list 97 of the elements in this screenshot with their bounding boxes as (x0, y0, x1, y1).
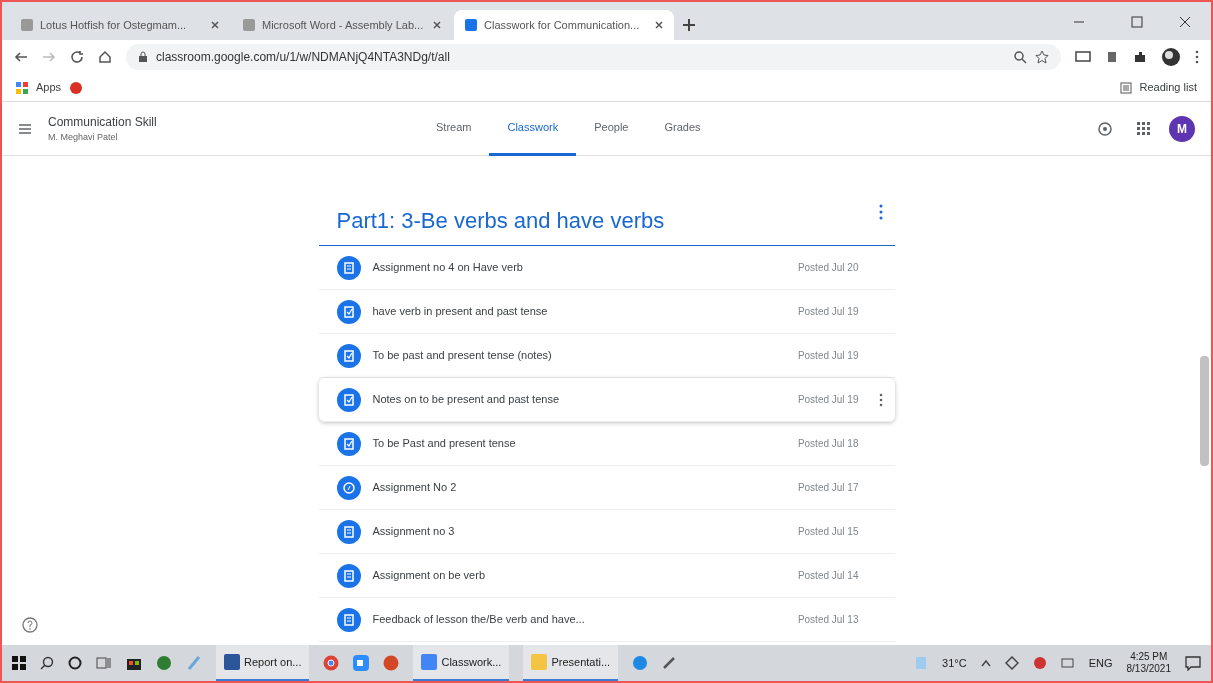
item-title: To be Past and present tense (372, 436, 517, 452)
back-arrow-icon[interactable] (14, 50, 28, 64)
browser-tab[interactable]: Lotus Hotfish for Ostegmam... (10, 10, 230, 40)
reading-list-link[interactable]: Reading list (1139, 79, 1197, 96)
settings-icon[interactable] (1097, 120, 1113, 137)
topic-title: Part1: 3-Be verbs and have verbs (336, 207, 665, 235)
item-title: Assignment on be verb (372, 568, 486, 584)
zoom-icon[interactable] (1013, 50, 1027, 64)
menu-icon[interactable] (18, 122, 32, 135)
page-icon (20, 18, 34, 32)
notification-icon[interactable] (1185, 655, 1201, 671)
reload-icon[interactable] (70, 50, 84, 64)
close-icon[interactable] (432, 20, 442, 30)
clock[interactable]: 4:25 PM 8/13/2021 (1126, 650, 1171, 676)
chevron-up-icon[interactable] (980, 659, 991, 667)
posted-date: Posted Jul 19 (797, 305, 859, 319)
item-title: Notes on to be present and past tense (372, 392, 561, 408)
bookmark-link[interactable]: Apps (36, 79, 62, 96)
video-call-icon[interactable] (353, 655, 370, 671)
apps-grid-icon (16, 81, 28, 94)
page-icon (242, 18, 256, 32)
posted-date: Posted Jul 14 (797, 569, 859, 583)
more-icon[interactable] (878, 392, 883, 407)
close-icon[interactable] (1179, 16, 1191, 28)
taskbar-app[interactable]: Classwork... (413, 645, 510, 681)
network-icon[interactable] (1004, 656, 1019, 670)
posted-date: Posted Jul 18 (797, 437, 859, 451)
reading-list-icon (1119, 81, 1132, 94)
posted-date: Posted Jul 13 (797, 613, 859, 627)
url-text: classroom.google.com/u/1/w/NDMANjQ4NTA3NDg/t/all (156, 49, 451, 66)
document-icon (336, 387, 361, 412)
classwork-item[interactable]: Feedback of lesson the/Be verb and have... Posted Jul 13 (318, 598, 895, 642)
temperature-text: 31°C (942, 655, 967, 671)
classwork-item[interactable]: have verb in present and past tense Posted Jul 19 (318, 290, 895, 334)
lock-icon (138, 51, 148, 63)
class-tab[interactable]: People (576, 101, 647, 156)
language-indicator[interactable]: ENG (1088, 654, 1113, 672)
volume-icon[interactable] (1032, 656, 1047, 670)
close-icon[interactable] (210, 20, 220, 30)
item-title: Assignment no 3 (372, 524, 456, 540)
class-tab[interactable]: Stream (418, 101, 490, 156)
class-tab[interactable]: Grades (646, 101, 719, 156)
page-icon (464, 18, 478, 32)
document-icon (336, 431, 361, 456)
posted-date: Posted Jul 15 (797, 525, 859, 539)
class-subtitle: M. Meghavi Patel (48, 130, 119, 144)
slides-app-icon[interactable] (383, 655, 400, 671)
chrome-icon[interactable] (323, 655, 340, 671)
classwork-item[interactable]: Assignment no 3 Posted Jul 15 (318, 510, 895, 554)
search-icon[interactable] (40, 656, 54, 670)
battery-icon[interactable] (1060, 658, 1075, 668)
circle-icon[interactable] (68, 656, 82, 670)
puzzle-icon[interactable] (1133, 50, 1147, 64)
apps-grid-icon[interactable] (1137, 121, 1151, 136)
clipboard-icon (336, 607, 361, 632)
windows-start-icon[interactable] (12, 656, 26, 670)
posted-date: Posted Jul 17 (797, 481, 859, 495)
classwork-item[interactable]: Assignment No 2 Posted Jul 17 (318, 466, 895, 510)
scrollbar-thumb[interactable] (1200, 356, 1209, 466)
taskbar-app[interactable]: Report on... (216, 645, 310, 681)
clipboard-icon (336, 563, 361, 588)
help-icon[interactable] (22, 617, 38, 633)
item-title: Feedback of lesson the/Be verb and have... (372, 612, 586, 628)
item-title: Assignment No 2 (372, 480, 458, 496)
weather-icon (914, 656, 929, 670)
class-title[interactable]: Communication Skill (48, 112, 418, 131)
classwork-item[interactable]: Assignment on be verb Posted Jul 14 (318, 554, 895, 598)
more-icon[interactable] (878, 204, 883, 220)
star-icon[interactable] (1035, 50, 1049, 64)
classwork-item[interactable]: To be Past and present tense Posted Jul 18 (318, 422, 895, 466)
browser-tab[interactable]: Microsoft Word - Assembly Lab... (232, 10, 452, 40)
home-icon[interactable] (98, 50, 112, 64)
avatar[interactable]: M (1169, 115, 1195, 142)
browser-tab[interactable]: Classwork for Communication... (454, 10, 674, 40)
document-icon (336, 299, 361, 324)
profile-avatar-icon[interactable] (1161, 47, 1181, 67)
item-title: To be past and present tense (notes) (372, 348, 553, 364)
question-icon (336, 475, 361, 500)
clipboard-icon (336, 519, 361, 544)
classwork-item[interactable]: Assignment no 4 on Have verb Posted Jul 20 (318, 246, 895, 290)
pin-icon[interactable] (662, 656, 677, 670)
classwork-item[interactable]: To be past and present tense (notes) Posted Jul 19 (318, 334, 895, 378)
document-icon (336, 343, 361, 368)
plus-icon[interactable] (682, 18, 696, 32)
taskbar-app[interactable]: Presentati... (523, 645, 619, 681)
bookmark-icon[interactable] (69, 80, 84, 95)
posted-date: Posted Jul 19 (797, 349, 859, 363)
address-bar[interactable]: classroom.google.com/u/1/w/NDMANjQ4NTA3NDg/t/all (126, 44, 1061, 70)
clipboard-icon (336, 255, 361, 280)
posted-date: Posted Jul 19 (797, 393, 859, 407)
item-title: have verb in present and past tense (372, 304, 549, 320)
item-title: Assignment no 4 on Have verb (372, 260, 524, 276)
maximize-icon[interactable] (1131, 16, 1143, 28)
more-icon[interactable] (1195, 50, 1199, 64)
classwork-item[interactable]: Notes on to be present and past tense Posted Jul 19 (318, 378, 895, 422)
posted-date: Posted Jul 20 (797, 261, 859, 275)
close-icon[interactable] (654, 20, 664, 30)
